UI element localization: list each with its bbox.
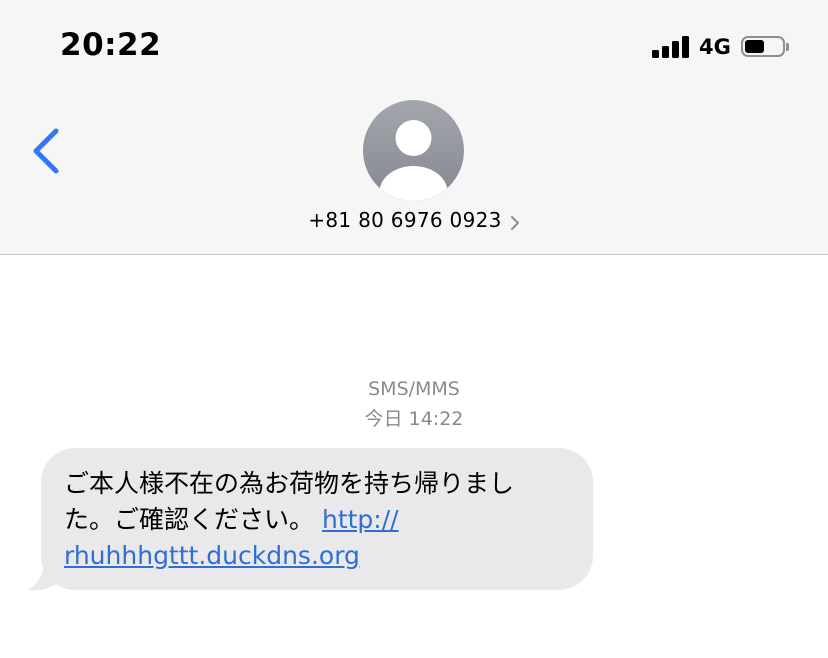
chevron-left-icon [33,128,59,174]
messages-screen: 20:22 4G +81 80 6976 0923 SMS/MMS 今日 14:… [0,0,828,658]
network-type: 4G [699,35,731,59]
contact-number: +81 80 6976 0923 [308,208,502,232]
message-timestamp: 今日 14:22 [364,408,464,430]
service-label: SMS/MMS [368,378,460,400]
url-link-start[interactable]: http:// [322,505,399,534]
cellular-signal-icon [652,36,690,58]
conversation-header: 20:22 4G +81 80 6976 0923 [0,0,828,255]
back-button[interactable] [26,125,70,177]
contact-details-button[interactable]: +81 80 6976 0923 [0,208,828,232]
status-time: 20:22 [60,27,162,63]
message-line-2-text: た。ご確認ください。 [64,505,315,534]
chevron-right-icon [510,215,519,230]
url-link[interactable]: rhuhhhgttt.duckdns.org [64,541,360,570]
message-line-2: た。ご確認ください。 http:// [64,502,576,538]
contact-avatar[interactable] [363,100,464,201]
battery-icon [741,36,789,59]
person-silhouette-icon [363,100,464,201]
message-line-3: rhuhhhgttt.duckdns.org [64,538,576,574]
message-line-1: ご本人様不在の為お荷物を持ち帰りまし [64,469,515,498]
message-text: ご本人様不在の為お荷物を持ち帰りまし た。ご確認ください。 http:// rh… [64,466,576,574]
